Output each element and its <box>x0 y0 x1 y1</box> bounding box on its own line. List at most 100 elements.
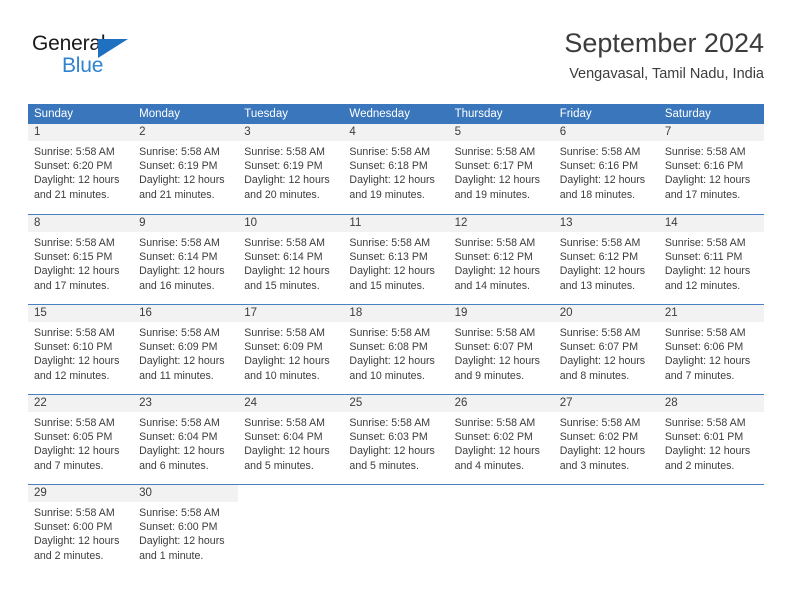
day-number-band: 18 <box>343 305 449 322</box>
day-cell[interactable]: 23 Sunrise: 5:58 AM Sunset: 6:04 PM Dayl… <box>133 395 239 484</box>
day-cell[interactable]: 18 Sunrise: 5:58 AM Sunset: 6:08 PM Dayl… <box>343 305 449 394</box>
day-cell[interactable]: 15 Sunrise: 5:58 AM Sunset: 6:10 PM Dayl… <box>28 305 134 394</box>
daylight-text-line2: and 16 minutes. <box>139 279 215 292</box>
week-row: 15 Sunrise: 5:58 AM Sunset: 6:10 PM Dayl… <box>28 304 764 394</box>
day-cell[interactable]: 25 Sunrise: 5:58 AM Sunset: 6:03 PM Dayl… <box>343 395 449 484</box>
day-cell[interactable]: 9 Sunrise: 5:58 AM Sunset: 6:14 PM Dayli… <box>133 215 239 304</box>
day-cell[interactable]: 27 Sunrise: 5:58 AM Sunset: 6:02 PM Dayl… <box>553 395 659 484</box>
day-cell[interactable]: 29 Sunrise: 5:58 AM Sunset: 6:00 PM Dayl… <box>28 485 134 574</box>
sunrise-text: Sunrise: 5:58 AM <box>454 237 536 249</box>
daylight-text-line2: and 14 minutes. <box>454 279 530 292</box>
day-cell[interactable]: 24 Sunrise: 5:58 AM Sunset: 6:04 PM Dayl… <box>238 395 344 484</box>
day-details: Sunrise: 5:58 AM Sunset: 6:14 PM Dayligh… <box>133 232 238 293</box>
day-number-band: 29 <box>28 485 134 502</box>
day-number: 8 <box>34 217 41 229</box>
daylight-text-line2: and 5 minutes. <box>349 459 419 472</box>
day-details: Sunrise: 5:58 AM Sunset: 6:04 PM Dayligh… <box>238 412 343 473</box>
day-cell-empty <box>448 485 554 574</box>
daylight-text-line2: and 13 minutes. <box>559 279 636 292</box>
day-number-band: 15 <box>28 305 134 322</box>
daylight-text-line1: Daylight: 12 hours <box>664 445 751 458</box>
sunrise-text: Sunrise: 5:58 AM <box>34 327 115 339</box>
day-number-band: 27 <box>553 395 659 412</box>
day-cell[interactable]: 17 Sunrise: 5:58 AM Sunset: 6:09 PM Dayl… <box>238 305 344 394</box>
day-cell[interactable]: 28 Sunrise: 5:58 AM Sunset: 6:01 PM Dayl… <box>658 395 764 484</box>
day-number-band: 9 <box>133 215 239 232</box>
sunrise-text: Sunrise: 5:58 AM <box>244 146 325 158</box>
day-cell-empty <box>343 485 449 574</box>
sunset-text: Sunset: 6:14 PM <box>244 251 323 264</box>
day-number: 16 <box>139 307 152 319</box>
sunrise-text: Sunrise: 5:58 AM <box>559 417 641 429</box>
day-cell[interactable]: 11 Sunrise: 5:58 AM Sunset: 6:13 PM Dayl… <box>343 215 449 304</box>
day-number-band: 20 <box>553 305 659 322</box>
day-details: Sunrise: 5:58 AM Sunset: 6:16 PM Dayligh… <box>659 141 764 202</box>
day-cell[interactable]: 2 Sunrise: 5:58 AM Sunset: 6:19 PM Dayli… <box>133 124 239 214</box>
title-block: September 2024 Vengavasal, Tamil Nadu, I… <box>564 26 764 83</box>
sunset-text: Sunset: 6:01 PM <box>664 431 744 444</box>
daylight-text-line1: Daylight: 12 hours <box>244 174 330 187</box>
day-cell[interactable]: 3 Sunrise: 5:58 AM Sunset: 6:19 PM Dayli… <box>238 124 344 214</box>
day-cell[interactable]: 14 Sunrise: 5:58 AM Sunset: 6:11 PM Dayl… <box>658 215 764 304</box>
day-number: 13 <box>559 217 573 229</box>
day-number-band: 8 <box>28 215 134 232</box>
day-cell[interactable]: 21 Sunrise: 5:58 AM Sunset: 6:06 PM Dayl… <box>658 305 764 394</box>
day-cell[interactable]: 1 Sunrise: 5:58 AM Sunset: 6:20 PM Dayli… <box>28 124 134 214</box>
daylight-text-line1: Daylight: 12 hours <box>349 445 435 458</box>
day-cell[interactable]: 4 Sunrise: 5:58 AM Sunset: 6:18 PM Dayli… <box>343 124 449 214</box>
day-cell[interactable]: 26 Sunrise: 5:58 AM Sunset: 6:02 PM Dayl… <box>448 395 554 484</box>
day-cell[interactable]: 16 Sunrise: 5:58 AM Sunset: 6:09 PM Dayl… <box>133 305 239 394</box>
day-number: 2 <box>139 126 146 138</box>
day-details: Sunrise: 5:58 AM Sunset: 6:16 PM Dayligh… <box>554 141 659 202</box>
day-cell[interactable]: 10 Sunrise: 5:58 AM Sunset: 6:14 PM Dayl… <box>238 215 344 304</box>
sunrise-text: Sunrise: 5:58 AM <box>34 417 115 429</box>
day-number-band: 16 <box>133 305 239 322</box>
day-cell[interactable]: 13 Sunrise: 5:58 AM Sunset: 6:12 PM Dayl… <box>553 215 659 304</box>
daylight-text-line1: Daylight: 12 hours <box>244 265 330 278</box>
sunrise-text: Sunrise: 5:58 AM <box>34 146 115 158</box>
daylight-text-line1: Daylight: 12 hours <box>139 445 225 458</box>
day-cell[interactable]: 20 Sunrise: 5:58 AM Sunset: 6:07 PM Dayl… <box>553 305 659 394</box>
day-number-band: 30 <box>133 485 239 502</box>
day-cell[interactable]: 12 Sunrise: 5:58 AM Sunset: 6:12 PM Dayl… <box>448 215 554 304</box>
day-number-band: 17 <box>238 305 344 322</box>
daylight-text-line1: Daylight: 12 hours <box>664 174 751 187</box>
day-details: Sunrise: 5:58 AM Sunset: 6:17 PM Dayligh… <box>449 141 554 202</box>
daylight-text-line2: and 12 minutes. <box>664 279 741 292</box>
day-number-band: 5 <box>448 124 554 141</box>
day-cell[interactable]: 7 Sunrise: 5:58 AM Sunset: 6:16 PM Dayli… <box>658 124 764 214</box>
weekday-header-saturday: Saturday <box>664 108 711 120</box>
daylight-text-line2: and 17 minutes. <box>664 188 741 201</box>
day-number: 6 <box>559 126 567 138</box>
daylight-text-line1: Daylight: 12 hours <box>34 265 120 278</box>
day-cell[interactable]: 22 Sunrise: 5:58 AM Sunset: 6:05 PM Dayl… <box>28 395 134 484</box>
daylight-text-line2: and 10 minutes. <box>349 369 425 382</box>
day-cell[interactable]: 6 Sunrise: 5:58 AM Sunset: 6:16 PM Dayli… <box>553 124 659 214</box>
daylight-text-line2: and 21 minutes. <box>34 188 110 201</box>
day-number-band: 1 <box>28 124 134 141</box>
sunrise-text: Sunrise: 5:58 AM <box>34 237 115 249</box>
page-header: General Blue September 2024 Vengavasal, … <box>28 26 764 96</box>
daylight-text-line2: and 7 minutes. <box>34 459 104 472</box>
daylight-text-line2: and 3 minutes. <box>559 459 630 472</box>
day-cell[interactable]: 8 Sunrise: 5:58 AM Sunset: 6:15 PM Dayli… <box>28 215 134 304</box>
day-number: 20 <box>559 307 573 319</box>
day-number-band: 25 <box>343 395 449 412</box>
sunset-text: Sunset: 6:14 PM <box>139 251 218 264</box>
daylight-text-line1: Daylight: 12 hours <box>559 355 646 368</box>
day-cell[interactable]: 30 Sunrise: 5:58 AM Sunset: 6:00 PM Dayl… <box>133 485 239 574</box>
daylight-text-line2: and 10 minutes. <box>244 369 320 382</box>
sunrise-text: Sunrise: 5:58 AM <box>349 237 431 249</box>
day-number: 21 <box>664 307 678 319</box>
sunrise-text: Sunrise: 5:58 AM <box>454 146 536 158</box>
day-details: Sunrise: 5:58 AM Sunset: 6:01 PM Dayligh… <box>659 412 764 473</box>
day-number: 7 <box>664 126 672 138</box>
day-details: Sunrise: 5:58 AM Sunset: 6:08 PM Dayligh… <box>343 322 448 383</box>
day-number: 5 <box>454 126 461 138</box>
day-cell[interactable]: 5 Sunrise: 5:58 AM Sunset: 6:17 PM Dayli… <box>448 124 554 214</box>
day-details: Sunrise: 5:58 AM Sunset: 6:12 PM Dayligh… <box>554 232 659 293</box>
daylight-text-line1: Daylight: 12 hours <box>34 445 120 458</box>
daylight-text-line1: Daylight: 12 hours <box>454 265 540 278</box>
day-cell[interactable]: 19 Sunrise: 5:58 AM Sunset: 6:07 PM Dayl… <box>448 305 554 394</box>
daylight-text-line2: and 8 minutes. <box>559 369 630 382</box>
